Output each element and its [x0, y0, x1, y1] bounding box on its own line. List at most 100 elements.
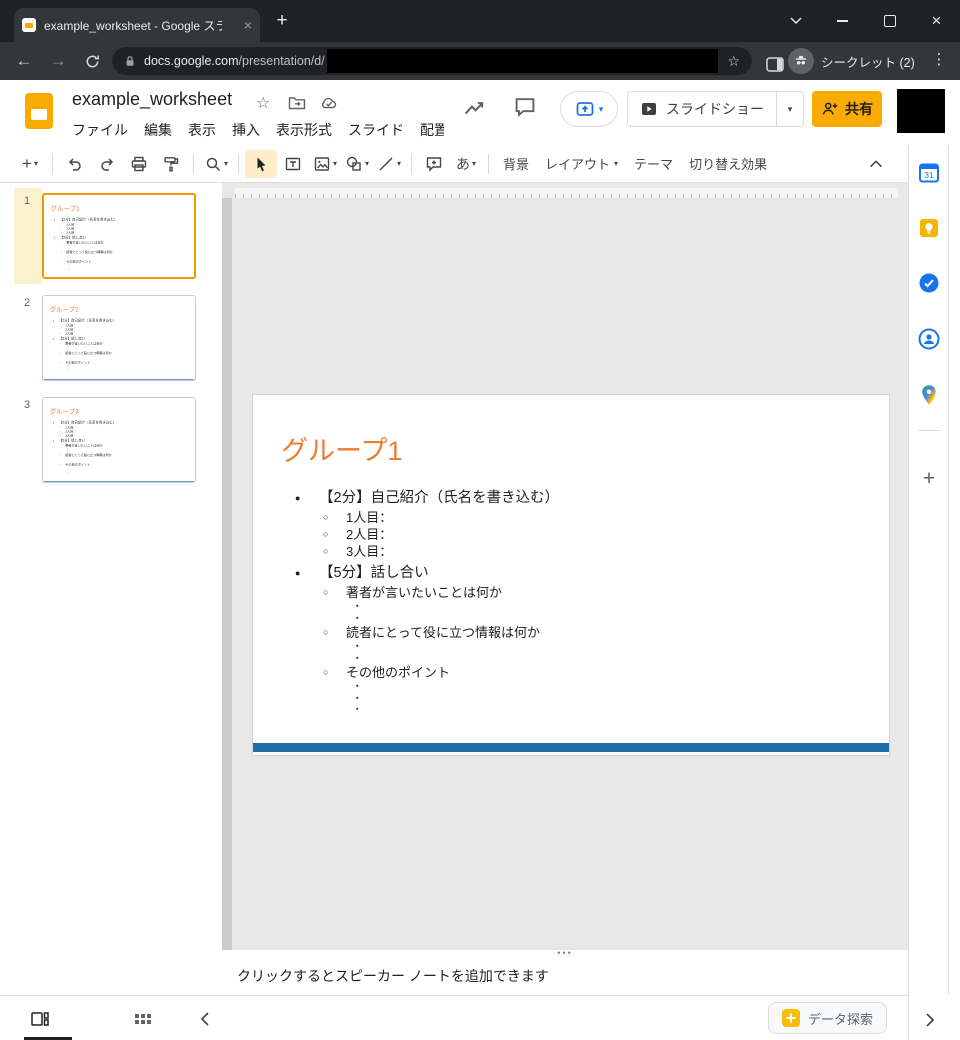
slide-title[interactable]: グループ1: [51, 203, 80, 212]
cloud-saved-icon[interactable]: [319, 93, 339, 113]
account-avatar[interactable]: [897, 89, 945, 133]
tasks-icon[interactable]: [917, 271, 941, 295]
star-document-icon[interactable]: ☆: [256, 93, 270, 113]
menu-item-6[interactable]: 配置: [412, 117, 444, 143]
calendar-icon[interactable]: 31: [917, 161, 941, 185]
browser-titlebar: example_worksheet - Google スラ × + ×: [0, 0, 960, 42]
slides-favicon-icon: [22, 18, 36, 32]
collapse-filmstrip-icon[interactable]: [192, 1007, 220, 1031]
select-tool-button[interactable]: [245, 150, 277, 178]
insert-line-button[interactable]: ▾: [373, 150, 405, 178]
slide-body-text[interactable]: ●【2分】自己紹介（氏名を書き込む）○1人目：○2人目：○3人目：●【5分】話し…: [43, 318, 193, 373]
move-folder-icon[interactable]: [287, 93, 307, 113]
thumbnail-preview[interactable]: グループ2 ●【2分】自己紹介（氏名を書き込む）○1人目：○2人目：○3人目：●【…: [42, 295, 196, 381]
reload-button[interactable]: [80, 49, 104, 73]
slide-body-text[interactable]: ●【2分】自己紹介（氏名を書き込む）○1人目：○2人目：○3人目：●【5分】話し…: [43, 420, 193, 475]
close-button[interactable]: ×: [913, 0, 960, 42]
text-style-button[interactable]: あ▾: [450, 150, 482, 178]
activity-icon[interactable]: [462, 95, 486, 119]
notes-placeholder[interactable]: クリックするとスピーカー ノートを追加できます: [237, 966, 549, 986]
minimize-button[interactable]: [819, 0, 866, 42]
browser-navbar: ← → docs.google.com/presentation/d/ ☆ シー…: [0, 42, 960, 80]
address-bar[interactable]: docs.google.com/presentation/d/ ☆: [112, 47, 752, 75]
document-title[interactable]: example_worksheet: [72, 89, 232, 110]
incognito-badge[interactable]: シークレット (2): [788, 47, 915, 75]
browser-tab[interactable]: example_worksheet - Google スラ ×: [14, 8, 260, 42]
slideshow-button[interactable]: スライドショー ▾: [627, 91, 804, 127]
text-box-button[interactable]: [277, 150, 309, 178]
bullet-marker-icon: ▪: [356, 704, 370, 716]
menu-item-4[interactable]: 表示形式: [268, 117, 340, 143]
app-header: example_worksheet ☆ ファイル編集表示挿入表示形式スライド配置…: [0, 80, 960, 145]
bullet-level-3: ▪: [253, 693, 881, 705]
explore-button[interactable]: データ探索: [768, 1002, 887, 1034]
slide-body-text[interactable]: ●【2分】自己紹介（氏名を書き込む）○1人目：○2人目：○3人目：●【5分】話し…: [44, 217, 194, 272]
bullet-marker-icon: ○: [323, 664, 346, 681]
maximize-button[interactable]: [866, 0, 913, 42]
insert-shape-button[interactable]: ▾: [341, 150, 373, 178]
bullet-marker-icon: ▪: [356, 653, 370, 665]
slide-number: 2: [24, 297, 30, 309]
print-button[interactable]: [123, 150, 155, 178]
bullet-level-2: ○3人目：: [44, 230, 194, 234]
canvas: グループ1 ●【2分】自己紹介（氏名を書き込む）○1人目：○2人目：○3人目：●【…: [222, 183, 908, 950]
open-side-panel-icon[interactable]: [919, 1010, 939, 1030]
toolbar-collapse-icon[interactable]: [860, 150, 892, 178]
filmstrip-view-button[interactable]: [26, 1007, 54, 1031]
slide-accent-bar: [43, 379, 195, 381]
back-button[interactable]: ←: [12, 49, 36, 73]
keep-icon[interactable]: [917, 216, 941, 240]
undo-button[interactable]: [59, 150, 91, 178]
slide-thumbnail-1[interactable]: 1グループ1●【2分】自己紹介（氏名を書き込む）○1人目：○2人目：○3人目：●…: [0, 193, 222, 279]
new-slide-button[interactable]: +▾: [14, 150, 46, 178]
add-addon-button[interactable]: +: [917, 467, 941, 491]
insert-image-button[interactable]: ▾: [309, 150, 341, 178]
slide-title[interactable]: グループ3: [50, 406, 79, 415]
speaker-notes[interactable]: ••• クリックするとスピーカー ノートを追加できます: [222, 950, 908, 995]
bullet-level-2: ○著者が言いたいことは何か: [253, 584, 881, 601]
slide-title[interactable]: グループ2: [50, 304, 79, 313]
browser-menu-icon[interactable]: ⋮: [928, 50, 950, 68]
transition-button[interactable]: 切り替え効果: [681, 150, 775, 178]
maps-icon[interactable]: [917, 383, 941, 407]
slide-title[interactable]: グループ1: [281, 429, 402, 468]
grid-view-button[interactable]: [129, 1007, 157, 1031]
window-chevron-icon[interactable]: [772, 0, 819, 42]
menu-item-5[interactable]: スライド: [340, 117, 412, 143]
slideshow-caret-icon[interactable]: ▾: [776, 92, 803, 126]
new-tab-button[interactable]: +: [270, 9, 294, 33]
slide-thumbnail-3[interactable]: 3グループ3●【2分】自己紹介（氏名を書き込む）○1人目：○2人目：○3人目：●…: [0, 397, 222, 483]
menu-item-2[interactable]: 表示: [180, 117, 224, 143]
menu-bar: ファイル編集表示挿入表示形式スライド配置: [64, 117, 444, 143]
slide-thumbnail-2[interactable]: 2 グループ2 ●【2分】自己紹介（氏名を書き込む）○1人目：○2人目：○3人目：●…: [0, 295, 222, 381]
bullet-level-1: ●【5分】話し合い: [253, 563, 881, 584]
present-button[interactable]: ▾: [560, 91, 618, 127]
tab-close-icon[interactable]: ×: [244, 18, 252, 32]
redo-button[interactable]: [91, 150, 123, 178]
bullet-marker-icon: ●: [295, 488, 319, 509]
side-panel-icon[interactable]: [763, 52, 787, 76]
background-button[interactable]: 背景: [495, 150, 537, 178]
menu-item-0[interactable]: ファイル: [64, 117, 136, 143]
layout-button[interactable]: レイアウト▾: [537, 150, 626, 178]
forward-button[interactable]: →: [46, 49, 70, 73]
bookmark-star-icon[interactable]: ☆: [727, 53, 740, 70]
bullet-marker-icon: ▪: [356, 601, 370, 613]
comment-icon[interactable]: [513, 95, 537, 119]
text-style-caret-icon: ▾: [472, 159, 476, 168]
zoom-button[interactable]: ▾: [200, 150, 232, 178]
thumbnail-preview[interactable]: グループ3 ●【2分】自己紹介（氏名を書き込む）○1人目：○2人目：○3人目：●【…: [42, 397, 196, 483]
side-panel: 31 +: [908, 145, 960, 1040]
main-slide[interactable]: グループ1 ●【2分】自己紹介（氏名を書き込む）○1人目：○2人目：○3人目：●【…: [252, 394, 890, 756]
paint-format-button[interactable]: [155, 150, 187, 178]
insert-comment-button[interactable]: [418, 150, 450, 178]
menu-item-1[interactable]: 編集: [136, 117, 180, 143]
share-button[interactable]: 共有: [812, 91, 882, 127]
menu-item-3[interactable]: 挿入: [224, 117, 268, 143]
notes-drag-handle-icon[interactable]: •••: [222, 948, 908, 958]
slide-body-text[interactable]: ●【2分】自己紹介（氏名を書き込む）○1人目：○2人目：○3人目：●【5分】話し…: [253, 485, 881, 716]
thumbnail-preview[interactable]: グループ1 ●【2分】自己紹介（氏名を書き込む）○1人目：○2人目：○3人目：●【…: [42, 193, 196, 279]
slides-app-icon[interactable]: [24, 92, 54, 130]
contacts-icon[interactable]: [917, 327, 941, 351]
theme-button[interactable]: テーマ: [626, 150, 681, 178]
